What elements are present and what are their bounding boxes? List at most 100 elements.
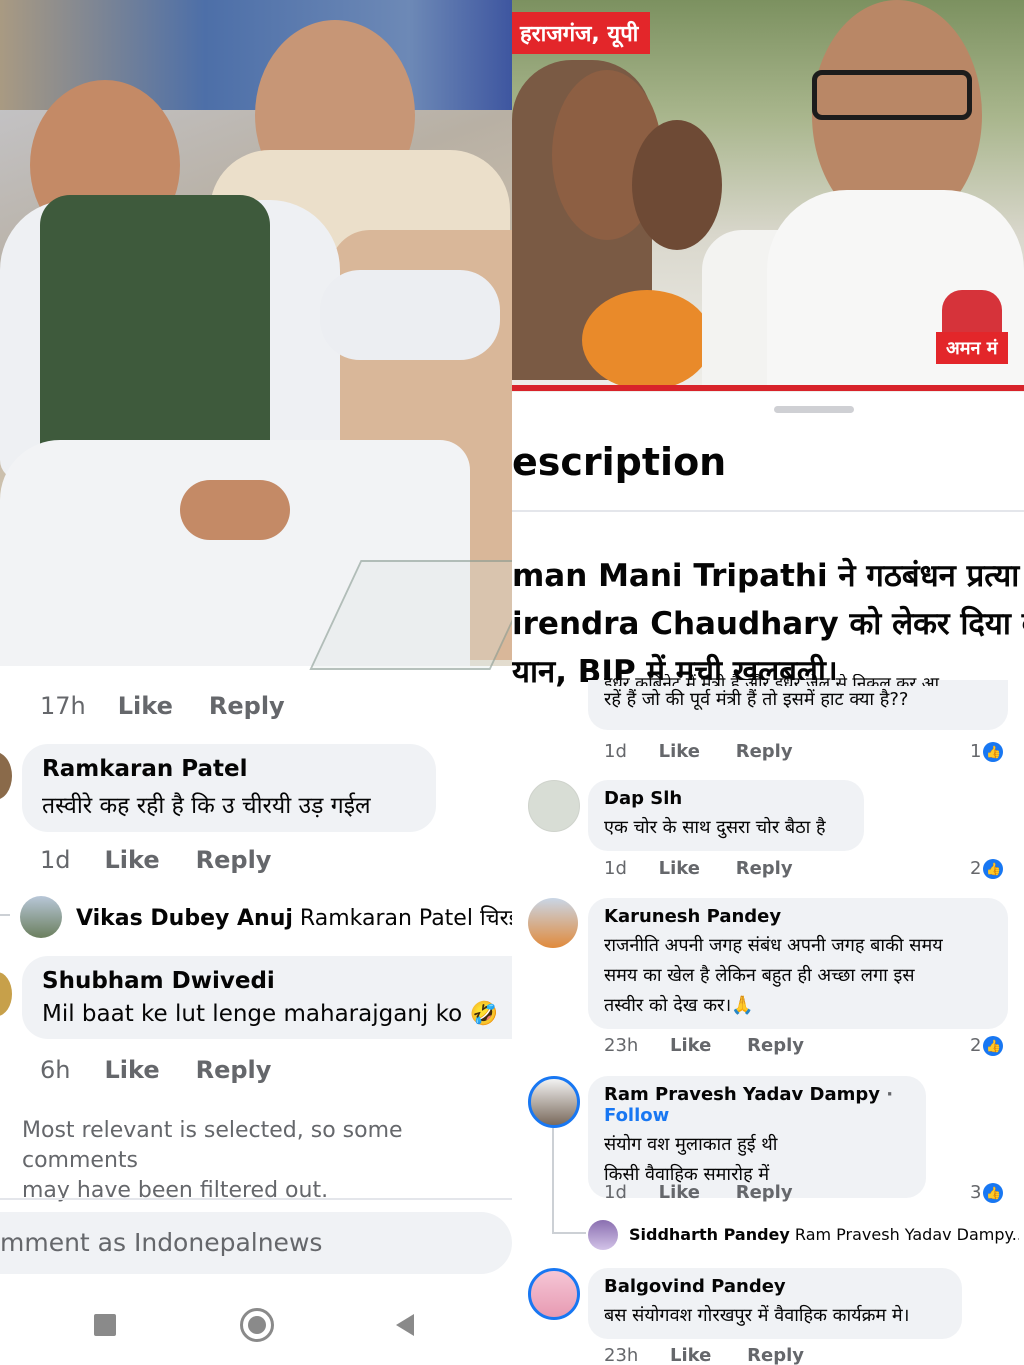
comment-meta: 1d Like Reply [40, 846, 271, 874]
reaction-count[interactable]: 2 👍 [970, 858, 1004, 879]
comment-time: 1d [604, 858, 627, 879]
comment-input[interactable]: mment as Indonepalnews [0, 1212, 512, 1274]
right-screenshot: हराजगंज, यूपी अमन मं escription man Mani… [512, 0, 1024, 1365]
comment-author[interactable]: Dap Slh [604, 788, 848, 809]
like-thumb-icon: 👍 [983, 742, 1004, 762]
reply-author[interactable]: Vikas Dubey Anuj [76, 906, 293, 931]
filter-hint-line: may have been filtered out. [22, 1178, 329, 1203]
avatar[interactable] [20, 896, 62, 938]
comment-bubble: Balgovind Pandey बस संयोगवश गोरखपुर में … [588, 1268, 962, 1339]
comment-bubble: Ramkaran Patel तस्वीरे कह रही है कि उ ची… [22, 744, 436, 832]
comment-meta: 17h Like Reply [40, 692, 285, 720]
like-thumb-icon: 👍 [983, 1036, 1004, 1056]
reply-button[interactable]: Reply [736, 741, 793, 762]
comment-bubble: इधर कबिनेट में मंत्री है और इधर जेल से न… [588, 674, 1008, 730]
comment-time: 17h [40, 692, 86, 720]
reply-button[interactable]: Reply [747, 1035, 804, 1056]
reply-button[interactable]: Reply [196, 1056, 272, 1084]
location-tag: हराजगंज, यूपी [512, 12, 651, 54]
nested-reply[interactable]: Vikas Dubey Anuj Ramkaran Patel चिरई वाप [76, 902, 512, 932]
reaction-number: 1 [970, 741, 982, 762]
reply-author[interactable]: Siddharth Pandey [629, 1225, 790, 1244]
politicians-photo [0, 0, 512, 670]
reply-button[interactable]: Reply [736, 858, 793, 879]
comment-bubble: Dap Slh एक चोर के साथ दुसरा चोर बैठा है [588, 780, 864, 851]
red-divider [512, 385, 1024, 391]
reaction-count[interactable]: 2 👍 [970, 1035, 1004, 1056]
follow-button[interactable]: Follow [604, 1105, 669, 1126]
reaction-count[interactable]: 3 👍 [970, 1182, 1004, 1203]
thread-connector [552, 1232, 586, 1234]
like-button[interactable]: Like [118, 692, 173, 720]
comment-author[interactable]: Ram Pravesh Yadav Dampy [604, 1084, 880, 1105]
like-button[interactable]: Like [670, 1035, 711, 1056]
comment-text: तस्वीरे कह रही है कि उ चीरयी उड़ गईल [42, 793, 371, 819]
comment-bubble: Karunesh Pandey राजनीति अपनी जगह संबंध अ… [588, 898, 1008, 1029]
thread-connector [0, 914, 10, 916]
comment-author[interactable]: Shubham Dwivedi [42, 968, 512, 994]
like-thumb-icon: 👍 [983, 859, 1004, 879]
rofl-emoji: 🤣 [469, 1001, 499, 1027]
reaction-count[interactable]: 1 👍 [970, 741, 1004, 762]
avatar[interactable] [528, 898, 578, 948]
like-button[interactable]: Like [659, 741, 700, 762]
comment-meta: 23h Like Reply [604, 1035, 804, 1056]
comment-text: Mil baat ke lut lenge maharajganj ko [42, 1001, 463, 1027]
comment-bubble: Shubham Dwivedi Mil baat ke lut lenge ma… [22, 956, 512, 1039]
like-button[interactable]: Like [670, 1345, 711, 1365]
comment-time: 23h [604, 1345, 639, 1365]
description-heading: escription [512, 440, 727, 484]
reply-button[interactable]: Reply [736, 1182, 793, 1203]
comment-text: बस संयोगवश गोरखपुर में वैवाहिक कार्यक्रम… [604, 1305, 910, 1326]
comment-author[interactable]: Balgovind Pandey [604, 1276, 946, 1297]
reply-text: Ram Pravesh Yadav Dampy... [794, 1225, 1019, 1244]
description-line: irendra Chaudhary को लेकर दिया ब [512, 606, 1024, 642]
like-thumb-icon: 👍 [983, 1183, 1004, 1203]
comment-time: 1d [40, 846, 71, 874]
reply-button[interactable]: Reply [209, 692, 285, 720]
comment-text: इधर कबिनेट में मंत्री है और इधर जेल से न… [604, 674, 940, 686]
comment-text: एक चोर के साथ दुसरा चोर बैठा है [604, 817, 826, 838]
home-circle-nav-icon[interactable] [240, 1308, 274, 1342]
reaction-number: 2 [970, 1035, 982, 1056]
comment-text: तस्वीर को देख कर।🙏 [604, 995, 754, 1016]
divider [0, 1198, 512, 1200]
comment-text: संयोग वश मुलाकात हुई थी [604, 1134, 778, 1155]
avatar[interactable] [588, 1220, 618, 1250]
divider [512, 510, 1024, 512]
comment-time: 1d [604, 1182, 627, 1203]
comment-meta: 6h Like Reply [40, 1056, 271, 1084]
comment-time: 1d [604, 741, 627, 762]
filter-hint: Most relevant is selected, so some comme… [22, 1116, 512, 1206]
reaction-number: 2 [970, 858, 982, 879]
reporter-tag: अमन मं [936, 332, 1008, 364]
avatar[interactable] [528, 780, 580, 832]
left-screenshot: 17h Like Reply Ramkaran Patel तस्वीरे कह… [0, 0, 512, 1365]
comment-text: राजनीति अपनी जगह संबंध अपनी जगह बाकी समय [604, 935, 943, 956]
avatar[interactable] [0, 752, 12, 800]
comment-meta: 23h Like Reply [604, 1345, 804, 1365]
drag-handle[interactable] [774, 406, 854, 413]
comment-author[interactable]: Karunesh Pandey [604, 906, 992, 927]
avatar[interactable] [528, 1076, 580, 1128]
like-button[interactable]: Like [104, 1056, 159, 1084]
like-button[interactable]: Like [659, 1182, 700, 1203]
android-nav-bar [0, 1290, 512, 1365]
comment-meta: 1d Like Reply [604, 1182, 793, 1203]
comment-time: 23h [604, 1035, 639, 1056]
like-button[interactable]: Like [105, 846, 160, 874]
reply-button[interactable]: Reply [196, 846, 272, 874]
reply-text: Ramkaran Patel चिरई वाप [299, 906, 512, 931]
comment-text: समय का खेल है लेकिन बहुत ही अच्छा लगा इस [604, 965, 915, 986]
nested-reply[interactable]: Siddharth Pandey Ram Pravesh Yadav Dampy… [629, 1225, 1019, 1244]
avatar[interactable] [0, 972, 12, 1016]
comment-time: 6h [40, 1056, 71, 1084]
avatar[interactable] [528, 1268, 580, 1320]
back-triangle-nav-icon[interactable] [396, 1314, 414, 1336]
square-nav-icon[interactable] [94, 1314, 116, 1336]
comment-meta: 1d Like Reply [604, 858, 793, 879]
like-button[interactable]: Like [659, 858, 700, 879]
comment-author[interactable]: Ramkaran Patel [42, 756, 416, 782]
reply-button[interactable]: Reply [747, 1345, 804, 1365]
filter-hint-line: Most relevant is selected, so some comme… [22, 1118, 403, 1173]
